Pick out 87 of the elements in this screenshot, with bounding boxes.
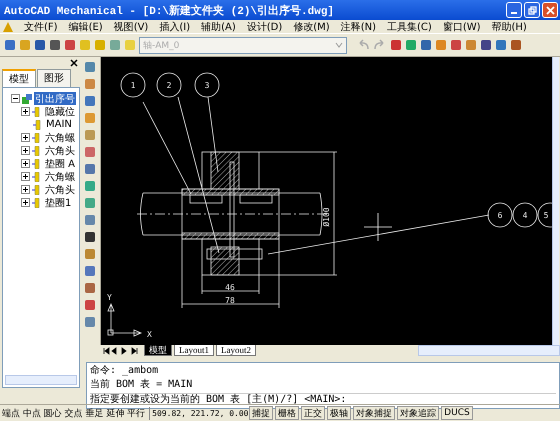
part-icon	[32, 132, 42, 142]
command-window[interactable]: 命令: _ambom 当前 BOM 表 = MAIN 指定要创建或设为当前的 BOM 表 [主(M)/?] <MAIN>:	[86, 362, 560, 409]
menu-item[interactable]: 注释(N)	[340, 20, 376, 34]
ucs-axes-icon	[107, 304, 142, 336]
status-toggle[interactable]: DUCS	[441, 406, 473, 420]
coordinates: 509.82, 221.72, 0.00	[152, 408, 248, 418]
restore-button[interactable]	[524, 2, 540, 18]
part-icon	[32, 146, 42, 156]
vertical-scrollbar[interactable]	[552, 57, 559, 345]
y-axis-label: Y	[107, 293, 112, 302]
balloon-circle	[488, 202, 512, 228]
minimize-button[interactable]	[506, 2, 522, 18]
close-button[interactable]	[542, 2, 558, 18]
expand-toggle[interactable]	[21, 172, 30, 181]
expand-toggle[interactable]	[21, 159, 30, 168]
tree-item[interactable]: 垫圈1	[44, 196, 72, 209]
menu-item[interactable]: 编辑(E)	[68, 20, 103, 34]
part-icon	[32, 198, 42, 208]
toolbar-icon[interactable]	[49, 39, 61, 51]
expand-toggle[interactable]	[21, 107, 30, 116]
layout-tab[interactable]: Layout1	[174, 345, 214, 356]
command-line: 命令: _ambom	[90, 365, 160, 377]
balloon-number: 5	[544, 211, 548, 220]
restore-icon	[528, 6, 536, 14]
menu-item[interactable]: 帮助(H)	[492, 20, 527, 34]
tree-item[interactable]: 六角头	[44, 183, 76, 196]
command-line: 当前 BOM 表 = MAIN	[90, 379, 194, 391]
toolbar-icon[interactable]	[480, 39, 492, 51]
balloon-circle	[120, 72, 146, 98]
layout-tab[interactable]: 模型	[144, 345, 172, 356]
menu-item[interactable]: 文件(F)	[24, 20, 58, 34]
status-toggle[interactable]: 极轴	[327, 406, 352, 420]
balloon-circle	[194, 72, 220, 98]
expand-toggle[interactable]	[21, 198, 30, 207]
part-icon	[32, 172, 42, 182]
drawing-canvas[interactable]: 1 2 3 6 4 5 46 78 Ø100 X Y	[101, 57, 552, 345]
balloon-number: 1	[130, 81, 136, 90]
layout-tab[interactable]: Layout2	[216, 345, 256, 356]
status-toggle[interactable]: 对象捕捉	[353, 406, 396, 420]
toolbar-icon[interactable]	[420, 39, 432, 51]
horizontal-scrollbar[interactable]	[5, 375, 77, 385]
toolbar-icon[interactable]	[84, 231, 96, 243]
status-toggle[interactable]: 栅格	[275, 406, 300, 420]
x-axis-label: X	[147, 330, 152, 339]
browser-tab[interactable]: 模型	[2, 69, 36, 87]
tree-item[interactable]: 六角头	[44, 144, 76, 157]
crosshair-cursor	[364, 212, 392, 242]
expand-toggle[interactable]	[21, 133, 30, 142]
menu-item[interactable]: 设计(D)	[246, 20, 282, 34]
close-icon[interactable]	[70, 59, 78, 67]
status-toggle[interactable]: 对象追踪	[397, 406, 440, 420]
balloon-circle	[156, 72, 182, 98]
part-icon	[33, 120, 43, 130]
balloon-number: 4	[522, 211, 528, 220]
menu-item[interactable]: 工具集(C)	[387, 20, 432, 34]
dimension-label: 46	[225, 283, 235, 292]
part-icon	[32, 184, 42, 194]
window-title: AutoCAD Mechanical - [D:\新建文件夹 (2)\引出序号.dwg]	[4, 4, 334, 18]
toolbar-icon[interactable]	[34, 39, 46, 51]
tree-item[interactable]: 引出序号	[34, 92, 76, 105]
menu-item[interactable]: 辅助(A)	[201, 20, 236, 34]
balloon-number: 6	[498, 211, 502, 220]
menu-item[interactable]: 插入(I)	[159, 20, 190, 34]
dimension-label: 78	[225, 296, 235, 305]
tree-item[interactable]: 垫圈 A	[44, 157, 76, 170]
assembly-icon	[22, 94, 32, 104]
expand-toggle[interactable]	[21, 185, 30, 194]
status-toggle[interactable]: 正交	[301, 406, 326, 420]
dimension-label: Ø100	[322, 207, 331, 227]
menu-item[interactable]: 视图(V)	[114, 20, 148, 34]
balloon-number: 2	[166, 81, 172, 90]
close-icon	[546, 6, 554, 14]
part-icon	[32, 106, 42, 116]
tree-item[interactable]: 六角螺	[44, 131, 76, 144]
part-icon	[32, 158, 42, 168]
balloon-number: 3	[204, 81, 210, 90]
menu-item[interactable]: 窗口(W)	[442, 20, 481, 34]
browser-tab[interactable]: 图形	[37, 69, 71, 87]
status-toggle[interactable]: 捕捉	[249, 406, 274, 420]
menu-item[interactable]: 修改(M)	[293, 20, 330, 34]
collapse-toggle[interactable]	[11, 94, 20, 103]
tree-item[interactable]: 隐藏位	[44, 105, 76, 118]
tree-item[interactable]: MAIN	[45, 119, 73, 130]
horizontal-scrollbar[interactable]	[418, 345, 560, 356]
expand-toggle[interactable]	[21, 146, 30, 155]
tree-item[interactable]: 六角螺	[44, 170, 76, 183]
osnap-modes: 端点 中点 圆心 交点 垂足 延伸 平行	[2, 406, 150, 420]
